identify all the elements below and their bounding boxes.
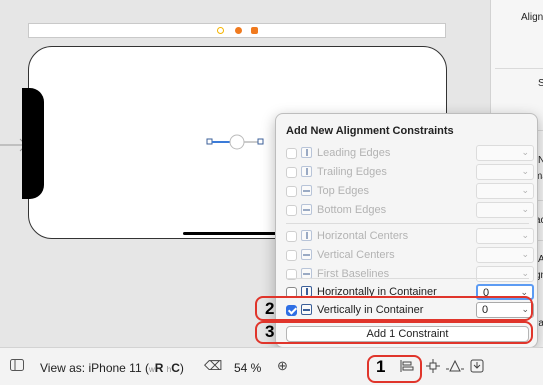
view-controller-icon[interactable] [217, 27, 224, 34]
zoom-in-icon[interactable]: ⊕ [277, 358, 288, 374]
zoom-out-icon[interactable]: ⌫ [204, 358, 222, 374]
callout-number-1: 1 [376, 357, 386, 376]
horizontal-centers-icon [301, 230, 312, 241]
zoom-level: 54 % [234, 361, 262, 375]
callout-number-2: 2 [265, 299, 275, 318]
resolve-auto-layout-icon[interactable] [446, 359, 464, 376]
chevron-down-icon: ⌄ [521, 230, 529, 240]
leading-edges-offset-select[interactable]: ⌄ [476, 145, 534, 161]
view-as-device-label[interactable]: View as: iPhone 11 (wR hC) [40, 361, 184, 375]
sidebar-toggle-icon[interactable] [10, 359, 24, 374]
row-vertical-centers: Vertical Centers ⌄ [286, 247, 534, 265]
device-notch [22, 88, 44, 199]
row-top-edges: Top Edges ⌄ [286, 183, 534, 201]
chevron-down-icon: ⌄ [521, 166, 529, 176]
first-responder-icon[interactable] [235, 27, 242, 34]
horizontal-centers-label: Horizontal Centers [317, 230, 409, 242]
popover-title: Add New Alignment Constraints [286, 125, 454, 137]
exit-icon[interactable] [251, 27, 258, 34]
bottom-edges-label: Bottom Edges [317, 204, 387, 216]
leading-edges-checkbox[interactable] [286, 148, 297, 159]
vertical-centers-offset-select[interactable]: ⌄ [476, 247, 534, 263]
chevron-down-icon: ⌄ [521, 185, 529, 195]
bottom-edges-offset-select[interactable]: ⌄ [476, 202, 534, 218]
top-edges-label: Top Edges [317, 185, 369, 197]
scene-dock[interactable] [28, 23, 446, 38]
vertical-centers-label: Vertical Centers [317, 249, 395, 261]
chevron-down-icon: ⌄ [521, 147, 529, 157]
inspector-label: A [538, 254, 543, 265]
leading-edges-label: Leading Edges [317, 147, 391, 159]
popover-divider [286, 223, 529, 224]
add-new-constraints-icon[interactable] [426, 359, 440, 376]
bottom-edges-icon [301, 204, 312, 215]
chevron-down-icon: ⌄ [521, 249, 529, 259]
callout-2-highlight [255, 296, 533, 321]
first-baselines-offset-select[interactable]: ⌄ [476, 266, 534, 282]
inspector-label: S [538, 78, 543, 89]
callout-3-highlight [255, 321, 533, 344]
row-trailing-edges: Trailing Edges ⌄ [286, 164, 534, 182]
chevron-down-icon: ⌄ [521, 204, 529, 214]
slider-control[interactable] [206, 134, 268, 152]
top-edges-offset-select[interactable]: ⌄ [476, 183, 534, 199]
vertical-centers-icon [301, 249, 312, 260]
callout-number-3: 3 [265, 322, 275, 341]
horizontal-centers-offset-select[interactable]: ⌄ [476, 228, 534, 244]
inspector-divider [495, 68, 543, 69]
leading-edges-icon [301, 147, 312, 158]
row-horizontal-centers: Horizontal Centers ⌄ [286, 228, 534, 246]
horizontal-centers-checkbox[interactable] [286, 231, 297, 242]
trailing-edges-offset-select[interactable]: ⌄ [476, 164, 534, 180]
trailing-edges-icon [301, 166, 312, 177]
embed-in-icon[interactable] [470, 359, 484, 376]
inspector-label: N [538, 155, 543, 166]
trailing-edges-label: Trailing Edges [317, 166, 387, 178]
row-leading-edges: Leading Edges ⌄ [286, 145, 534, 163]
inspector-label: Alignm [521, 12, 543, 23]
popover-divider [286, 278, 529, 279]
canvas-bottom-bar: View as: iPhone 11 (wR hC) ⌫ 54 % ⊕ 1 [0, 347, 543, 385]
row-bottom-edges: Bottom Edges ⌄ [286, 202, 534, 220]
top-edges-icon [301, 185, 312, 196]
vertical-centers-checkbox[interactable] [286, 250, 297, 261]
align-icon[interactable] [400, 359, 414, 376]
row-first-baselines: First Baselines ⌄ [286, 266, 534, 284]
top-edges-checkbox[interactable] [286, 186, 297, 197]
trailing-edges-checkbox[interactable] [286, 167, 297, 178]
bottom-edges-checkbox[interactable] [286, 205, 297, 216]
